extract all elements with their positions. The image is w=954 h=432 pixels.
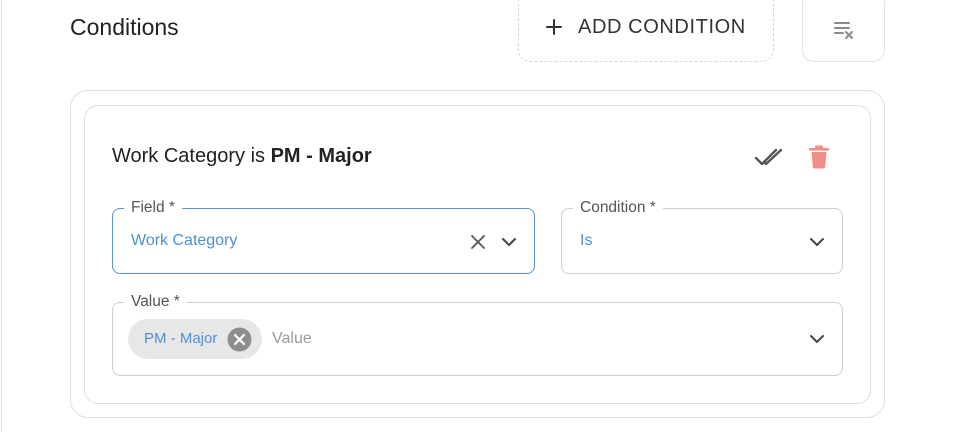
field-select-label: Field * bbox=[124, 198, 182, 218]
chip-remove-icon[interactable] bbox=[227, 327, 252, 352]
plus-icon bbox=[546, 19, 562, 35]
clear-field-icon[interactable] bbox=[468, 232, 488, 252]
panel-divider bbox=[1, 0, 2, 432]
clear-all-icon bbox=[834, 22, 853, 39]
chevron-down-icon[interactable] bbox=[499, 232, 519, 252]
chevron-down-icon[interactable] bbox=[807, 232, 827, 252]
add-condition-button[interactable]: ADD CONDITION bbox=[518, 0, 774, 62]
trash-icon[interactable] bbox=[808, 145, 830, 169]
chevron-down-icon[interactable] bbox=[807, 329, 827, 349]
value-chip-label: PM - Major bbox=[144, 330, 218, 347]
value-select-label: Value * bbox=[124, 292, 187, 312]
condition-select-value: Is bbox=[580, 232, 593, 249]
conditions-panel: Conditions ADD CONDITION Work Category i… bbox=[0, 0, 954, 432]
condition-select[interactable]: Condition * Is bbox=[561, 198, 843, 274]
condition-select-label: Condition * bbox=[573, 198, 663, 218]
value-chip: PM - Major bbox=[128, 319, 262, 359]
add-condition-label: ADD CONDITION bbox=[578, 16, 746, 38]
value-select[interactable]: Value * PM - Major bbox=[112, 292, 843, 376]
summary-value: PM - Major bbox=[270, 145, 372, 167]
section-title: Conditions bbox=[70, 14, 179, 40]
double-check-icon[interactable] bbox=[754, 146, 784, 168]
value-input[interactable] bbox=[272, 329, 752, 349]
field-select-value: Work Category bbox=[131, 232, 238, 249]
clear-conditions-button[interactable] bbox=[802, 0, 885, 62]
field-select[interactable]: Field * Work Category bbox=[112, 198, 535, 274]
condition-summary: Work Category is PM - Major bbox=[112, 142, 372, 170]
summary-prefix: Work Category is bbox=[112, 145, 271, 167]
